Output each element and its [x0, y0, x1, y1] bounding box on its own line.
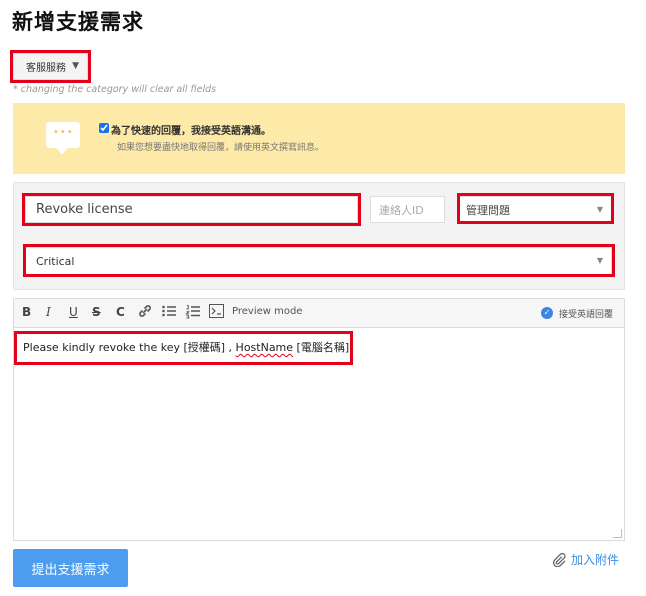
accept-english-checkbox[interactable]: [99, 123, 109, 133]
category-note: * changing the category will clear all f…: [13, 84, 217, 95]
submit-request-button[interactable]: 提出支援需求: [13, 549, 128, 587]
numbered-list-icon[interactable]: [185, 303, 201, 322]
preview-mode-label[interactable]: Preview mode: [232, 306, 302, 317]
problem-value: 管理問題: [466, 203, 510, 217]
underline-button[interactable]: U: [69, 305, 78, 319]
caret-down-icon: ▼: [72, 61, 79, 71]
accept-english-label: 接受英語回覆: [559, 310, 614, 320]
priority-value: Critical: [36, 254, 75, 268]
caret-down-icon: ▼: [596, 256, 603, 265]
category-select[interactable]: 客服服務 ▼: [13, 53, 88, 80]
attach-label: 加入附件: [571, 553, 620, 567]
category-value: 客服服務: [26, 63, 66, 74]
editor-text-part: Please kindly revoke the key [授權碼] ,: [23, 341, 236, 354]
code-button[interactable]: C: [116, 305, 125, 319]
checkmark-circle-icon: ✓: [541, 307, 553, 319]
contact-id-input[interactable]: 連絡人ID: [370, 196, 445, 223]
preview-mode-icon[interactable]: [209, 304, 224, 321]
chat-bubble-icon: •••: [46, 122, 80, 155]
english-notice: ••• 為了快速的回覆，我接受英語溝通。 如果您想要盡快地取得回覆，請使用英文撰…: [13, 103, 625, 174]
editor-text-part: [電腦名稱]: [293, 341, 350, 354]
editor-toolbar: B I U S C Preview mode ✓ 接受英語回覆: [13, 298, 625, 328]
priority-select[interactable]: Critical ▼: [25, 247, 612, 275]
notice-subtext: 如果您想要盡快地取得回覆，請使用英文撰寫訊息。: [117, 143, 325, 153]
resize-handle[interactable]: [613, 529, 622, 538]
strikethrough-button[interactable]: S: [92, 305, 101, 319]
bullet-list-icon[interactable]: [161, 303, 177, 322]
subject-value: Revoke license: [36, 202, 133, 217]
bold-button[interactable]: B: [22, 305, 31, 319]
page-title: 新增支援需求: [12, 10, 144, 34]
editor-text-hostname: HostName: [235, 341, 294, 354]
link-icon[interactable]: [137, 303, 153, 322]
message-editor[interactable]: Please kindly revoke the key [授權碼] , Hos…: [13, 328, 625, 541]
subject-input[interactable]: Revoke license: [25, 196, 358, 223]
italic-button[interactable]: I: [46, 305, 51, 319]
problem-type-select[interactable]: 管理問題 ▼: [459, 196, 612, 223]
add-attachment-link[interactable]: 加入附件: [551, 551, 619, 568]
contact-id-placeholder: 連絡人ID: [379, 203, 424, 217]
editor-content: Please kindly revoke the key [授權碼] , Hos…: [23, 339, 349, 355]
notice-text: 為了快速的回覆，我接受英語溝通。: [111, 126, 271, 137]
caret-down-icon: ▼: [596, 205, 603, 214]
paperclip-icon: [552, 552, 566, 567]
